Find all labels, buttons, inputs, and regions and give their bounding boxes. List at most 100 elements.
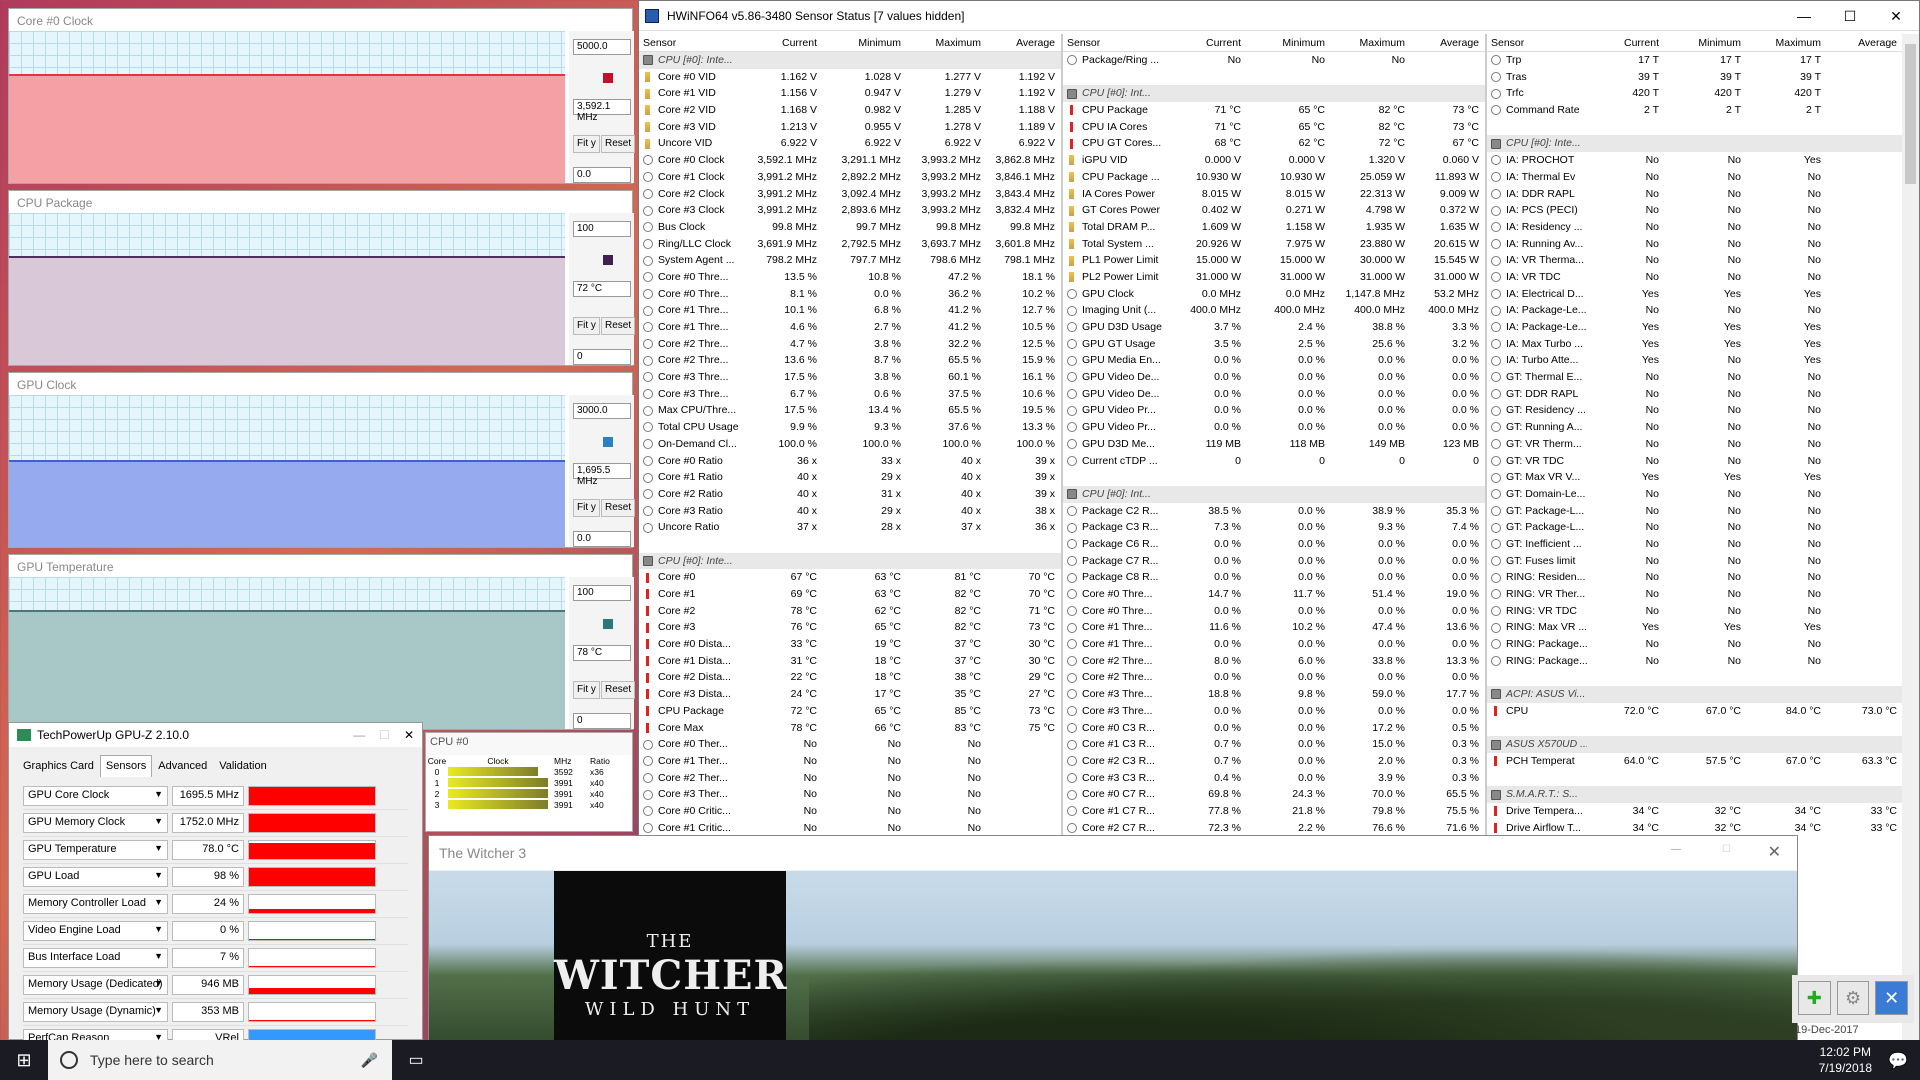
graph-min-field[interactable]: 0.0 — [573, 167, 631, 183]
sensor-row[interactable]: GT: Running A... No No No — [1487, 419, 1902, 436]
sensor-row[interactable]: IA: Turbo Atte... Yes No Yes — [1487, 352, 1902, 369]
sensor-row[interactable]: IA: Running Av... No No No — [1487, 236, 1902, 253]
sensor-row[interactable]: Core #0 C3 R... 0.0 % 0.0 % 17.2 % 0.5 % — [1063, 720, 1485, 737]
sensor-row[interactable]: PCH Temperat 64.0 °C 57.5 °C 67.0 °C 63.3 °C — [1487, 753, 1902, 770]
sensor-row[interactable]: Core #1 Thre... 4.6 % 2.7 % 41.2 % 10.5 % — [639, 319, 1061, 336]
sensor-row[interactable]: Core #3 Thre... 6.7 % 0.6 % 37.5 % 10.6 % — [639, 386, 1061, 403]
column-header[interactable]: Minimum — [821, 34, 905, 51]
sensor-row[interactable]: System Agent ... 798.2 MHz 797.7 MHz 798.6 … — [639, 252, 1061, 269]
sensor-row[interactable]: Core #0 Thre... 8.1 % 0.0 % 36.2 % 10.2 % — [639, 286, 1061, 303]
sensor-row[interactable]: Total System ... 20.926 W 7.975 W 23.880 W 2… — [1063, 236, 1485, 253]
sensor-row[interactable]: Core #0 Ther... No No No — [639, 736, 1061, 753]
close-icon[interactable]: ✕ — [1768, 842, 1781, 862]
reset-button[interactable]: Reset — [601, 499, 636, 517]
sensor-row[interactable]: Core #3 Dista... 24 °C 17 °C 35 °C 27 °C — [639, 686, 1061, 703]
sensor-row[interactable]: GT: Inefficient ... No No No — [1487, 536, 1902, 553]
sensor-row[interactable]: On-Demand Cl... 100.0 % 100.0 % 100.0 % 100.… — [639, 436, 1061, 453]
sensor-row[interactable]: Package C2 R... 38.5 % 0.0 % 38.9 % 35.3 % — [1063, 503, 1485, 520]
sensor-row[interactable]: Core #3 Ratio 40 x 29 x 40 x 38 x — [639, 503, 1061, 520]
graph-color-swatch[interactable] — [603, 437, 613, 447]
tab-graphics-card[interactable]: Graphics Card — [17, 755, 100, 777]
column-header[interactable]: Minimum — [1663, 34, 1745, 51]
sensor-group-row[interactable]: CPU [#0]: Int... — [1063, 85, 1485, 103]
graph-min-field[interactable]: 0.0 — [573, 531, 631, 547]
sensor-row[interactable]: Core #1 Thre... 10.1 % 6.8 % 41.2 % 12.7 % — [639, 302, 1061, 319]
sensor-row[interactable]: IA: PCS (PECI) No No No — [1487, 202, 1902, 219]
sensor-row[interactable]: CPU 72.0 °C 67.0 °C 84.0 °C 73.0 °C — [1487, 703, 1902, 720]
sensor-row[interactable]: Core #0 VID 1.162 V 1.028 V 1.277 V 1.192 V — [639, 69, 1061, 86]
sensor-row[interactable]: Core #1 Clock 3,991.2 MHz 2,892.2 MHz 3,993… — [639, 169, 1061, 186]
graph-max-field[interactable]: 100 — [573, 221, 631, 237]
sensor-row[interactable]: IA: VR Therma... No No No — [1487, 252, 1902, 269]
sensor-group-row[interactable]: CPU [#0]: Inte... — [1487, 135, 1902, 153]
microphone-icon[interactable]: 🎤 — [361, 1052, 378, 1069]
graph-title[interactable]: CPU Package — [9, 191, 632, 213]
column-header[interactable]: Average — [1825, 34, 1901, 51]
graph-title[interactable]: Core #0 Clock — [9, 9, 632, 31]
sensor-select[interactable]: GPU Temperature ▼ — [23, 840, 168, 860]
sensor-row[interactable]: Core #0 Critic... No No No — [639, 803, 1061, 820]
sensor-row[interactable]: IA: Package-Le... No No No — [1487, 302, 1902, 319]
minimize-icon[interactable]: — — [1781, 1, 1827, 31]
sensor-group-row[interactable]: ACPI: ASUS Vi... — [1487, 686, 1902, 703]
sensor-row[interactable]: Core #2 Clock 3,991.2 MHz 3,092.4 MHz 3,993… — [639, 186, 1061, 203]
graph-color-swatch[interactable] — [603, 619, 613, 629]
tab-advanced[interactable]: Advanced — [152, 755, 213, 777]
sensor-row[interactable]: IA: Residency ... No No No — [1487, 219, 1902, 236]
sensor-row[interactable]: IA: VR TDC No No No — [1487, 269, 1902, 286]
sensor-row[interactable]: RING: Package... No No No — [1487, 636, 1902, 653]
sensor-row[interactable]: Core #1 Thre... 11.6 % 10.2 % 47.4 % 13.6 % — [1063, 619, 1485, 636]
sensor-row[interactable]: Core #3 Ther... No No No — [639, 786, 1061, 803]
task-view-icon[interactable]: ▭ — [392, 1050, 440, 1070]
column-header[interactable]: Sensor — [1487, 34, 1587, 51]
fit-y-button[interactable]: Fit y — [573, 499, 600, 517]
maximize-icon[interactable]: ☐ — [1827, 1, 1873, 31]
sensor-row[interactable]: GPU D3D Usage 3.7 % 2.4 % 38.8 % 3.3 % — [1063, 319, 1485, 336]
sensor-row[interactable]: Core #0 C7 R... 69.8 % 24.3 % 70.0 % 65.5 % — [1063, 786, 1485, 803]
sensor-select[interactable]: GPU Load ▼ — [23, 867, 168, 887]
sensor-row[interactable]: CPU Package ... 10.930 W 10.930 W 25.059 W 1… — [1063, 169, 1485, 186]
sensor-row[interactable]: CPU IA Cores 71 °C 65 °C 82 °C 73 °C — [1063, 119, 1485, 136]
column-header[interactable]: Average — [1409, 34, 1483, 51]
sensor-row[interactable]: GT: Thermal E... No No No — [1487, 369, 1902, 386]
sensor-row[interactable]: GPU Video Pr... 0.0 % 0.0 % 0.0 % 0.0 % — [1063, 402, 1485, 419]
sensor-row[interactable]: Core #2 Ther... No No No — [639, 770, 1061, 787]
sensor-row[interactable]: GT: Domain-Le... No No No — [1487, 486, 1902, 503]
sensor-row[interactable]: GT: Fuses limit No No No — [1487, 553, 1902, 570]
sensor-row[interactable]: Package/Ring ... No No No — [1063, 52, 1485, 69]
witcher-title[interactable]: The Witcher 3 — [429, 836, 1797, 870]
sensor-row[interactable]: Core #2 Thre... 4.7 % 3.8 % 32.2 % 12.5 % — [639, 336, 1061, 353]
sensor-row[interactable]: Package C6 R... 0.0 % 0.0 % 0.0 % 0.0 % — [1063, 536, 1485, 553]
sensor-row[interactable]: Core #2 C7 R... 72.3 % 2.2 % 76.6 % 71.6 % — [1063, 820, 1485, 837]
sensor-row[interactable]: Core #2 C3 R... 0.7 % 0.0 % 2.0 % 0.3 % — [1063, 753, 1485, 770]
sensor-row[interactable]: Imaging Unit (... 400.0 MHz 400.0 MHz 400.0… — [1063, 302, 1485, 319]
sensor-group-row[interactable]: CPU [#0]: Int... — [1063, 485, 1485, 503]
sensor-row[interactable]: CPU Package 72 °C 65 °C 85 °C 73 °C — [639, 703, 1061, 720]
sensor-row[interactable]: Core #2 Dista... 22 °C 18 °C 38 °C 29 °C — [639, 669, 1061, 686]
sensor-row[interactable]: Total CPU Usage 9.9 % 9.3 % 37.6 % 13.3 % — [639, 419, 1061, 436]
fit-y-button[interactable]: Fit y — [573, 135, 600, 153]
sensor-row[interactable]: RING: Residen... No No No — [1487, 569, 1902, 586]
sensor-row[interactable]: Package C7 R... 0.0 % 0.0 % 0.0 % 0.0 % — [1063, 553, 1485, 570]
sensor-row[interactable]: Core Max 78 °C 66 °C 83 °C 75 °C — [639, 720, 1061, 737]
sensor-row[interactable]: Core #1 Thre... 0.0 % 0.0 % 0.0 % 0.0 % — [1063, 636, 1485, 653]
sensor-select[interactable]: GPU Memory Clock ▼ — [23, 813, 168, 833]
maximize-icon[interactable]: ☐ — [1722, 844, 1731, 855]
sensor-row[interactable]: IA: Max Turbo ... Yes Yes Yes — [1487, 336, 1902, 353]
sensor-row[interactable]: Command Rate 2 T 2 T 2 T — [1487, 102, 1902, 119]
sensor-row[interactable]: Core #3 C3 R... 0.4 % 0.0 % 3.9 % 0.3 % — [1063, 770, 1485, 787]
sensor-select[interactable]: Memory Usage (Dynamic) ▼ — [23, 1002, 168, 1022]
sensor-row[interactable]: Uncore Ratio 37 x 28 x 37 x 36 x — [639, 519, 1061, 536]
sensor-group-row[interactable]: S.M.A.R.T.: S... — [1487, 786, 1902, 803]
sensor-row[interactable]: Core #3 VID 1.213 V 0.955 V 1.278 V 1.189 V — [639, 119, 1061, 136]
sensor-row[interactable]: GPU Clock 0.0 MHz 0.0 MHz 1,147.8 MHz 53.2 M… — [1063, 286, 1485, 303]
hwinfo-titlebar[interactable]: HWiNFO64 v5.86-3480 Sensor Status [7 val… — [639, 1, 1919, 31]
sensor-row[interactable]: GT: VR TDC No No No — [1487, 453, 1902, 470]
sensor-row[interactable]: Core #2 78 °C 62 °C 82 °C 71 °C — [639, 603, 1061, 620]
scrollbar-thumb[interactable] — [1905, 44, 1916, 184]
sensor-select[interactable]: Memory Usage (Dedicated) ▼ — [23, 975, 168, 995]
sensor-row[interactable]: IA Cores Power 8.015 W 8.015 W 22.313 W 9.00… — [1063, 186, 1485, 203]
close-icon[interactable]: ✕ — [404, 728, 414, 742]
fit-y-button[interactable]: Fit y — [573, 681, 600, 699]
sensor-row[interactable]: GPU Media En... 0.0 % 0.0 % 0.0 % 0.0 % — [1063, 352, 1485, 369]
